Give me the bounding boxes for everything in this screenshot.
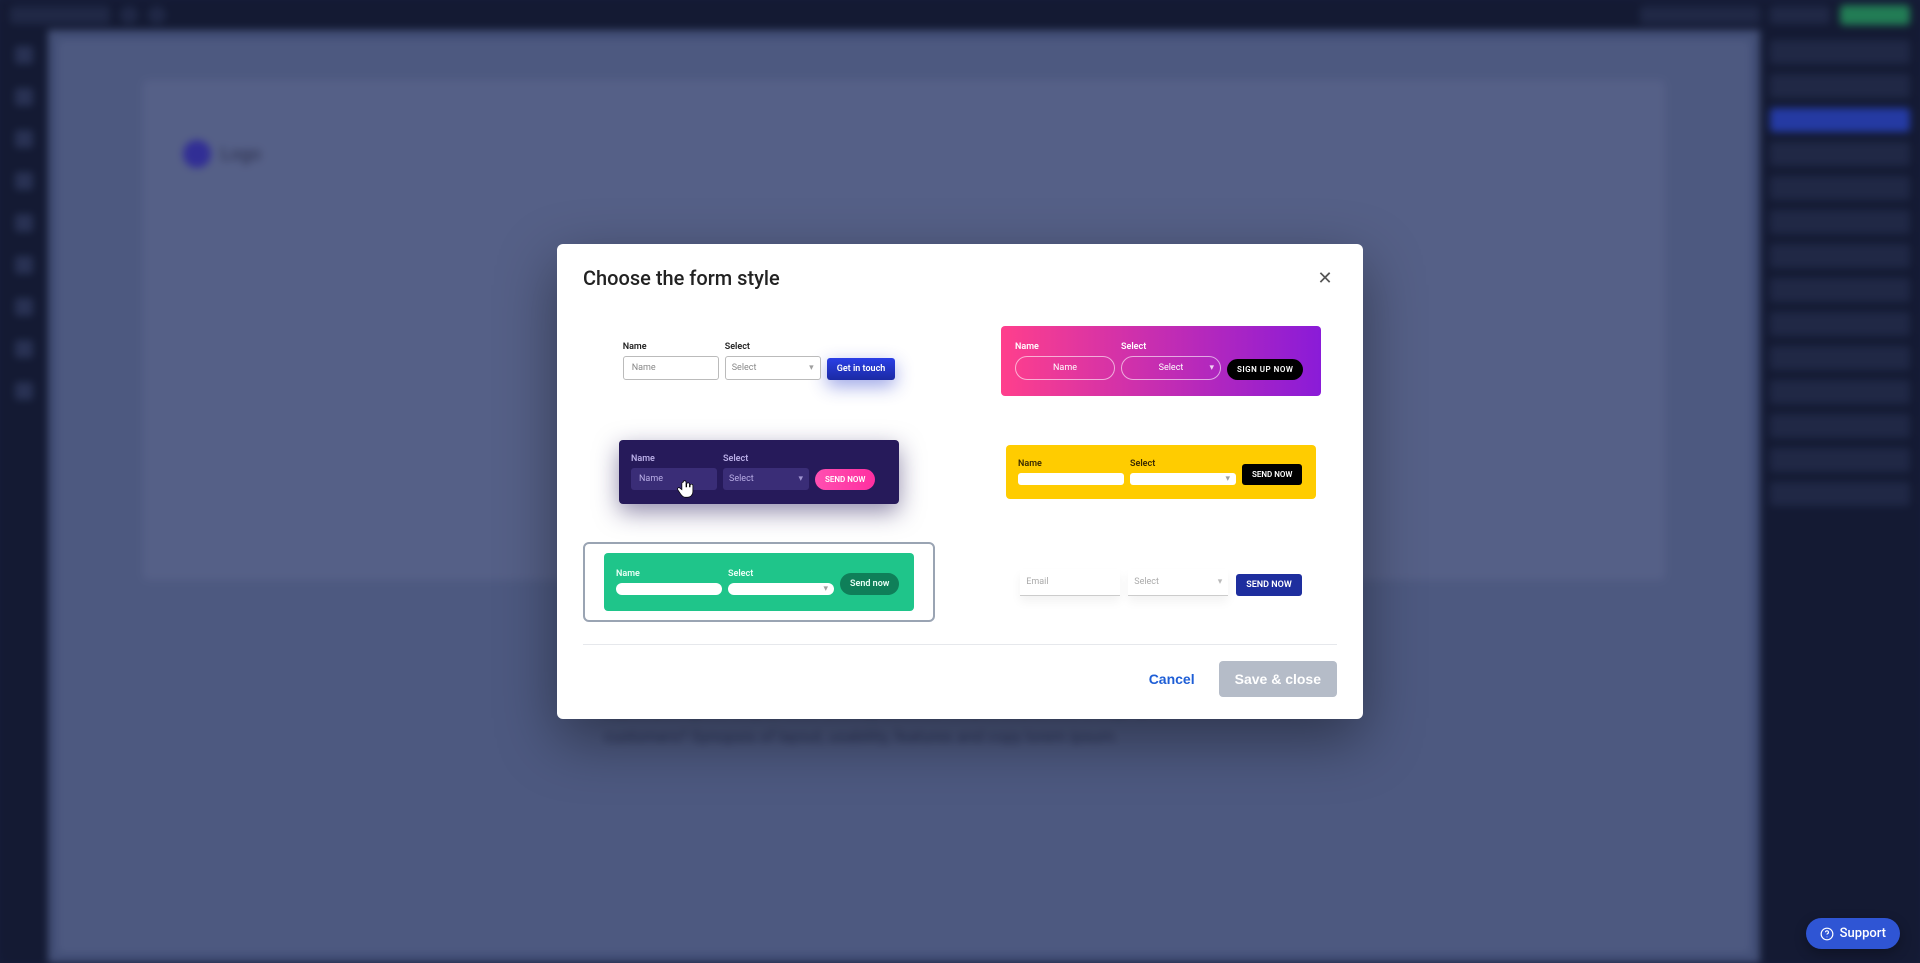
submit-button-preview: SEND NOW bbox=[1236, 574, 1302, 596]
form-preview-minimal-white: Name Name Select Select Get in touch bbox=[623, 342, 896, 380]
form-style-option-6[interactable]: Email Select SEND NOW bbox=[985, 542, 1337, 622]
select-label: Select bbox=[723, 454, 809, 464]
name-input-preview: Name bbox=[631, 468, 717, 490]
support-label: Support bbox=[1840, 926, 1886, 941]
name-label: Name bbox=[1018, 459, 1124, 469]
form-style-option-1[interactable]: Name Name Select Select Get in touch bbox=[583, 320, 935, 402]
name-label: Name bbox=[623, 342, 719, 352]
help-icon bbox=[1820, 927, 1834, 941]
form-style-option-2[interactable]: Name Name Select Select SIGN UP NOW bbox=[985, 320, 1337, 402]
name-input-preview: Name bbox=[623, 356, 719, 380]
name-input-preview bbox=[1018, 473, 1124, 485]
email-input-preview: Email bbox=[1020, 569, 1120, 596]
form-preview-dark-purple: Name Name Select Select SEND NOW bbox=[619, 440, 899, 504]
name-input-preview: Name bbox=[1015, 356, 1115, 380]
name-input-preview bbox=[616, 583, 722, 595]
cancel-button[interactable]: Cancel bbox=[1139, 663, 1205, 695]
name-label: Name bbox=[631, 454, 717, 464]
select-preview bbox=[728, 583, 834, 595]
name-label: Name bbox=[616, 569, 722, 579]
modal-overlay[interactable]: Choose the form style ✕ Name Name Select… bbox=[0, 0, 1920, 963]
modal-body: Name Name Select Select Get in touch Nam… bbox=[557, 300, 1363, 632]
save-button[interactable]: Save & close bbox=[1219, 661, 1337, 697]
form-style-option-4[interactable]: Name Select SEND NOW bbox=[985, 432, 1337, 512]
name-label: Name bbox=[1015, 342, 1115, 352]
support-button[interactable]: Support bbox=[1806, 918, 1900, 949]
select-preview: Select bbox=[1121, 356, 1221, 380]
submit-button-preview: SIGN UP NOW bbox=[1227, 359, 1303, 380]
submit-button-preview: SEND NOW bbox=[815, 469, 875, 490]
submit-button-preview: Get in touch bbox=[827, 358, 896, 380]
form-preview-minimal-underline: Email Select SEND NOW bbox=[1020, 561, 1302, 604]
select-label: Select bbox=[728, 569, 834, 579]
modal-footer: Cancel Save & close bbox=[557, 645, 1363, 719]
form-preview-gradient: Name Name Select Select SIGN UP NOW bbox=[1001, 326, 1321, 396]
form-style-option-3[interactable]: Name Name Select Select SEND NOW bbox=[583, 432, 935, 512]
submit-button-preview: Send now bbox=[840, 573, 899, 595]
close-icon[interactable]: ✕ bbox=[1313, 266, 1337, 290]
modal-header: Choose the form style ✕ bbox=[557, 244, 1363, 300]
select-preview: Select bbox=[725, 356, 821, 380]
form-style-modal: Choose the form style ✕ Name Name Select… bbox=[557, 244, 1363, 719]
form-style-option-5[interactable]: Name Select Send now bbox=[583, 542, 935, 622]
select-label: Select bbox=[725, 342, 821, 352]
submit-button-preview: SEND NOW bbox=[1242, 464, 1302, 485]
modal-title: Choose the form style bbox=[583, 266, 780, 290]
select-preview: Select bbox=[1128, 569, 1228, 596]
select-preview: Select bbox=[723, 468, 809, 490]
select-label: Select bbox=[1130, 459, 1236, 469]
select-label: Select bbox=[1121, 342, 1221, 352]
form-preview-green: Name Select Send now bbox=[604, 553, 914, 611]
select-preview bbox=[1130, 473, 1236, 485]
form-preview-yellow: Name Select SEND NOW bbox=[1006, 445, 1316, 499]
